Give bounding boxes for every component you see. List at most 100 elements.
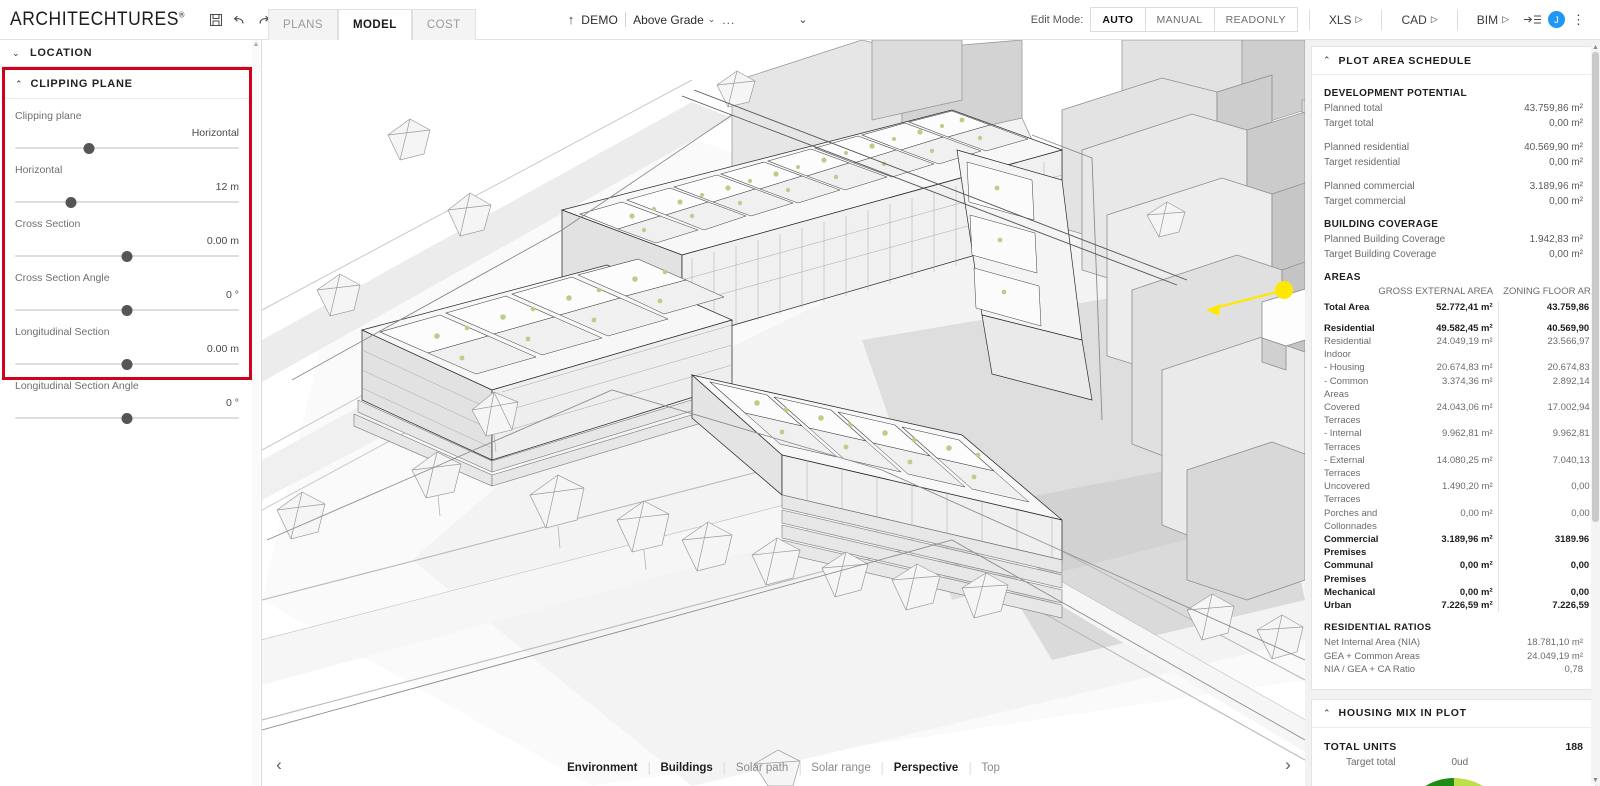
clipping-plane-panel: ⌃ CLIPPING PLANE Clipping plane Horizont… — [2, 67, 252, 424]
row-planned-commercial: Planned commercial 3.189,96 m² — [1324, 180, 1583, 195]
viewport-next-button[interactable]: › — [1277, 754, 1299, 776]
slider-cross-section-angle: Cross Section Angle 0 ° — [15, 271, 239, 317]
slider-knob[interactable] — [83, 142, 95, 154]
table-row: - Common Areas 3.374,36 m² 2.892,14 m² — [1324, 374, 1600, 401]
view-tool-environment[interactable]: Environment — [556, 762, 648, 775]
scroll-up-arrow-icon[interactable]: ▲ — [252, 40, 260, 50]
edit-mode-readonly[interactable]: READONLY — [1214, 8, 1297, 31]
zfa: 0,00 m² — [1497, 585, 1600, 599]
play-triangle-icon: ▷ — [1430, 14, 1438, 24]
value: 0,00 m² — [1549, 117, 1583, 129]
gea: 0,00 m² — [1460, 507, 1493, 519]
upload-arrow-icon[interactable]: ↑ — [568, 12, 575, 27]
slider-track[interactable] — [15, 195, 239, 209]
scroll-down-arrow-icon[interactable]: ▼ — [1592, 777, 1599, 784]
zfa: 7.226,59 m² — [1497, 598, 1600, 613]
chevron-down-icon: ⌄ — [707, 14, 716, 24]
play-triangle-icon: ▷ — [1355, 14, 1363, 24]
value: 40.569,90 m² — [1524, 142, 1583, 153]
divider — [1308, 9, 1310, 30]
save-icon[interactable] — [209, 10, 223, 29]
scroll-up-arrow-icon[interactable]: ▲ — [1592, 44, 1599, 51]
gea: 24.043,06 m² — [1436, 401, 1493, 413]
label: Communal Premises — [1324, 560, 1374, 585]
sidebar-scrollbar[interactable]: ▲ — [252, 40, 260, 786]
row-nia-gea-ca-ratio: NIA / GEA + CA Ratio 0,78 — [1324, 663, 1583, 677]
pie-slice-studios[interactable] — [1400, 777, 1454, 786]
table-row: Residential 49.582,45 m² 40.569,90 m² — [1324, 321, 1600, 335]
user-avatar[interactable]: J — [1548, 11, 1565, 28]
table-row: Uncovered Terraces 1.490,20 m² 0,00 m² — [1324, 480, 1600, 507]
kebab-menu-icon[interactable]: ⋮ — [1567, 13, 1590, 26]
slider-knob[interactable] — [121, 412, 133, 424]
undo-icon[interactable] — [232, 10, 247, 29]
slider-track[interactable] — [15, 411, 239, 425]
tab-plans[interactable]: PLANS — [268, 9, 338, 40]
slider-track[interactable] — [15, 141, 239, 155]
topbar-right-group: Edit Mode: AUTO MANUAL READONLY XLS ▷ CA… — [1031, 0, 1600, 39]
top-toolbar: ARCHITECHTURES® PLANS MODEL COST ↑ DEMO … — [0, 0, 1600, 40]
project-name[interactable]: DEMO — [581, 13, 618, 27]
edit-mode-auto[interactable]: AUTO — [1091, 8, 1146, 31]
total-units-row: TOTAL UNITS 188 — [1324, 741, 1583, 753]
slider-label: Clipping plane — [15, 110, 82, 122]
more-options-dots[interactable]: ... — [722, 13, 735, 27]
divider — [625, 12, 627, 27]
slider-knob[interactable] — [121, 358, 133, 370]
slider-knob[interactable] — [121, 250, 133, 262]
viewport-prev-button[interactable]: ‹ — [268, 754, 290, 776]
view-tool-perspective[interactable]: Perspective — [883, 762, 970, 775]
slider-track[interactable] — [15, 357, 239, 371]
view-tool-solar-range[interactable]: Solar range — [800, 762, 881, 775]
clipping-plane-header[interactable]: ⌃ CLIPPING PLANE — [5, 70, 249, 99]
view-tool-buildings[interactable]: Buildings — [649, 762, 723, 775]
slider-track[interactable] — [15, 249, 239, 263]
slider-horizontal: Horizontal 12 m — [15, 163, 239, 209]
label: GEA + Common Areas — [1324, 650, 1420, 662]
label: - Internal Terraces — [1324, 428, 1362, 453]
slider-knob[interactable] — [65, 196, 77, 208]
pie-slice-1-bedroom[interactable] — [1453, 777, 1494, 786]
edit-mode-manual[interactable]: MANUAL — [1145, 8, 1215, 31]
table-row: - Internal Terraces 9.962,81 m² 9.962,81 m… — [1324, 427, 1600, 454]
slider-knob[interactable] — [121, 304, 133, 316]
gea: 0,00 m² — [1459, 586, 1493, 598]
export-xls-button[interactable]: XLS ▷ — [1321, 13, 1371, 27]
label: Target total — [1324, 117, 1374, 129]
label: Total Area — [1324, 301, 1370, 313]
value: 1.942,83 m² — [1529, 234, 1583, 245]
development-potential-title: DEVELOPMENT POTENTIAL — [1324, 88, 1467, 99]
label: NIA / GEA + CA Ratio — [1324, 664, 1416, 676]
export-cad-button[interactable]: CAD ▷ — [1393, 13, 1445, 27]
gea: 20.674,83 m² — [1436, 362, 1493, 374]
scrollbar-thumb[interactable] — [1592, 52, 1599, 522]
table-row: Porches and Collonnades 0,00 m² 0,00 m² — [1324, 506, 1600, 533]
main-body: ⌄ LOCATION ▲ ⌃ CLIPPING PLANE Clipping p… — [0, 40, 1600, 786]
gea: 1.490,20 m² — [1441, 481, 1493, 493]
slider-label: Cross Section — [15, 218, 81, 230]
right-panel-scrollbar[interactable]: ▲ ▼ — [1591, 44, 1600, 784]
slider-label: Longitudinal Section Angle — [15, 380, 139, 392]
row-gea-common-areas: GEA + Common Areas 24.049,19 m² — [1324, 650, 1583, 664]
model-viewport-3d[interactable]: ‹ › Environment Buildings Solar path Sol… — [262, 40, 1305, 786]
grade-dropdown[interactable]: Above Grade ⌄ — [633, 13, 715, 27]
row-target-residential: Target residential 0,00 m² — [1324, 156, 1583, 171]
slider-value: Horizontal — [191, 127, 239, 139]
slider-track[interactable] — [15, 303, 239, 317]
tab-cost[interactable]: COST — [411, 9, 476, 40]
label: Planned Building Coverage — [1324, 234, 1446, 245]
collapse-panel-icon[interactable] — [1523, 10, 1542, 29]
label: Planned total — [1324, 103, 1383, 114]
view-tool-solar-path[interactable]: Solar path — [725, 762, 799, 775]
housing-mix-pie-chart — [1324, 774, 1583, 786]
tab-model[interactable]: MODEL — [337, 9, 412, 40]
plot-area-schedule-header[interactable]: ⌃ PLOT AREA SCHEDULE — [1312, 47, 1595, 75]
panel-expand-chevron-icon[interactable]: ⌄ — [798, 13, 807, 26]
value: 0,00 m² — [1549, 195, 1583, 207]
slider-label: Horizontal — [15, 164, 63, 176]
chevron-up-icon: ⌃ — [1323, 55, 1331, 65]
export-bim-button[interactable]: BIM ▷ — [1469, 13, 1517, 27]
housing-mix-header[interactable]: ⌃ HOUSING MIX IN PLOT — [1312, 700, 1595, 728]
sidebar-section-location[interactable]: ⌄ LOCATION — [0, 40, 261, 67]
view-tool-top[interactable]: Top — [970, 762, 1011, 775]
